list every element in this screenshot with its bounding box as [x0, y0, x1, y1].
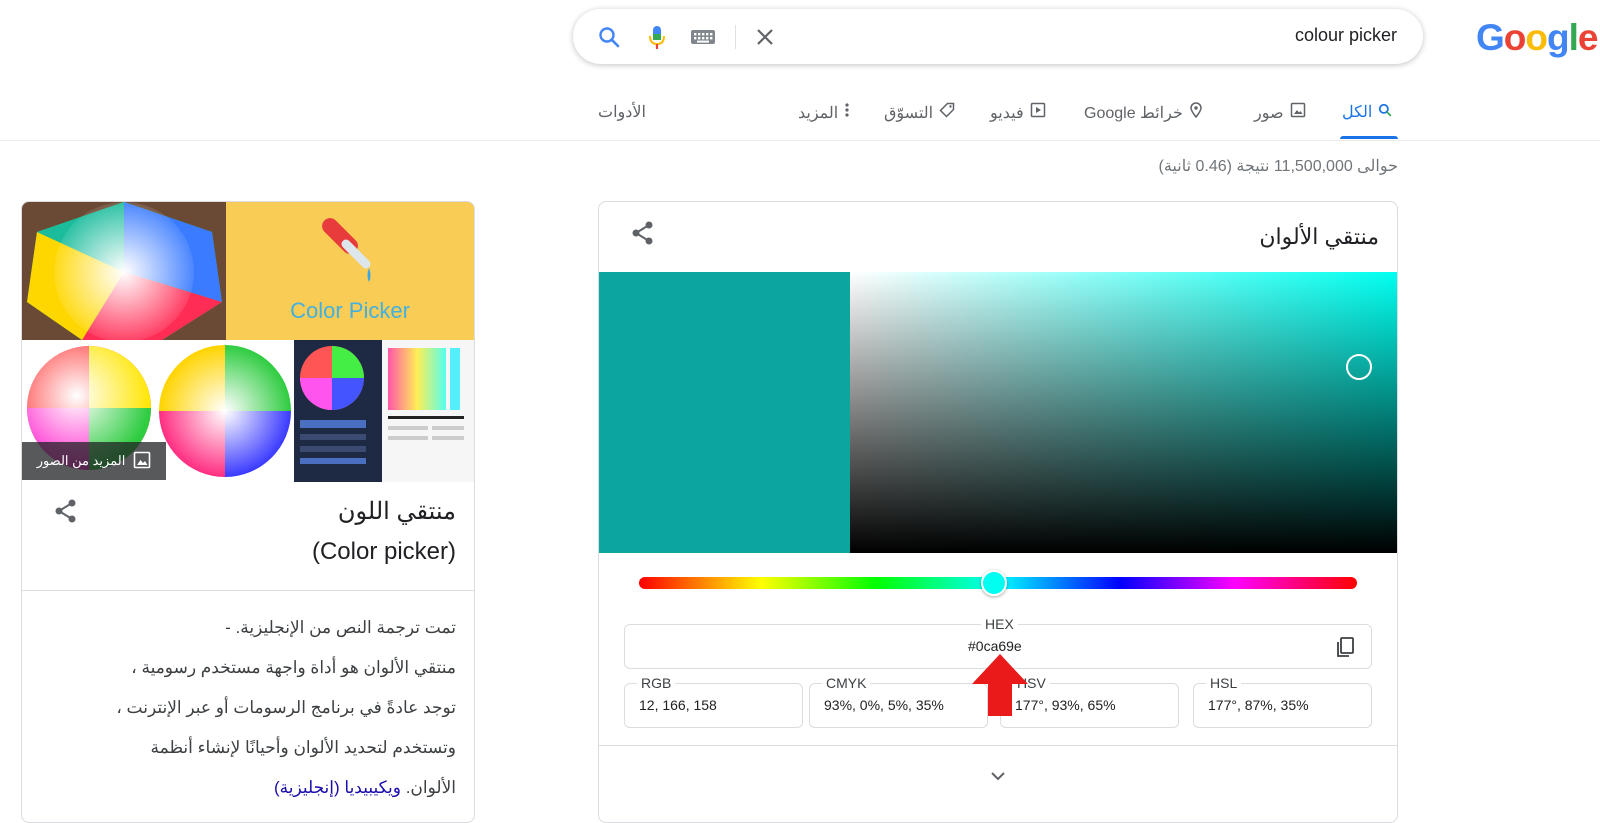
kp-desc-line: توجد عادةً في برنامج الرسومات أو عبر الإ… [116, 698, 456, 717]
rgb-field[interactable]: RGB 12, 166, 158 [624, 675, 803, 728]
red-arrow-annotation [972, 654, 1028, 716]
kp-desc-line: الألوان. ويكيبيديا (إنجليزية) [36, 768, 456, 808]
tab-label: المزيد [798, 104, 839, 122]
hsl-label: HSL [1206, 675, 1242, 691]
saturation-value-handle[interactable] [1346, 354, 1372, 380]
kp-desc-line: منتقي الألوان هو أداة واجهة مستخدم رسومي… [131, 658, 456, 677]
hue-slider-thumb[interactable] [981, 570, 1007, 596]
kp-description: تمت ترجمة النص من الإنجليزية. - منتقي ال… [36, 608, 456, 808]
logo-letter: l [1568, 17, 1579, 58]
tab-maps[interactable]: خرائط Google [1084, 102, 1203, 123]
tab-label: الكل [1342, 104, 1373, 121]
active-tab-indicator [1340, 136, 1398, 139]
logo-letter: g [1547, 17, 1570, 58]
more-vert-icon [844, 102, 850, 123]
tab-videos[interactable]: فيديو [990, 102, 1046, 123]
cmyk-label: CMYK [822, 675, 871, 691]
copy-icon[interactable] [1333, 635, 1357, 659]
tab-tools[interactable]: الأدوات [598, 102, 646, 122]
wikipedia-link[interactable]: ويكيبيديا (إنجليزية) [274, 778, 401, 797]
card-title: منتقي الألوان [1259, 224, 1379, 249]
tab-all[interactable]: الكل [1342, 102, 1392, 122]
tab-label: الأدوات [598, 104, 646, 121]
tab-images[interactable]: صور [1254, 102, 1306, 123]
kp-desc-end: الألوان. [405, 778, 456, 797]
image-color-picker-logo[interactable]: Color Picker [226, 202, 474, 340]
logo-letter: G [1476, 17, 1505, 58]
image-picker-dialog[interactable] [294, 340, 382, 482]
kp-divider [22, 590, 474, 591]
keyboard-icon[interactable] [689, 23, 717, 51]
color-swatch [599, 272, 850, 553]
map-pin-icon [1189, 102, 1203, 123]
hsv-value[interactable]: 177°, 93%, 65% [1015, 697, 1116, 713]
kp-title: منتقي اللون (Color picker) [312, 492, 456, 572]
image-icon [133, 451, 151, 472]
more-images-button[interactable]: المزيد من الصور [22, 442, 166, 480]
search-divider [735, 25, 736, 49]
expand-row[interactable] [599, 745, 1397, 816]
cmyk-value[interactable]: 93%, 0%, 5%, 35% [824, 697, 944, 713]
share-icon[interactable] [52, 497, 80, 525]
google-logo[interactable]: Google [1476, 16, 1599, 60]
more-images-label: المزيد من الصور [36, 453, 126, 468]
search-icon[interactable] [595, 23, 623, 51]
logo-letter: e [1577, 17, 1599, 58]
color-picker-logo-text: Color Picker [290, 298, 410, 323]
cmyk-field[interactable]: CMYK 93%, 0%, 5%, 35% [809, 675, 988, 728]
tab-label: التسوّق [884, 104, 934, 122]
kp-desc-line: وتستخدم لتحديد الألوان وأحيانًا لإنشاء أ… [150, 738, 457, 757]
search-input[interactable]: colour picker [1295, 25, 1397, 46]
tab-label: فيديو [990, 104, 1024, 122]
image-icon [1290, 102, 1306, 123]
share-icon[interactable] [629, 219, 657, 247]
microphone-icon[interactable] [643, 23, 671, 51]
video-icon [1030, 102, 1046, 123]
image-color-wheel[interactable] [156, 340, 294, 482]
chevron-down-icon[interactable] [986, 764, 1010, 788]
kp-title-line: منتقي اللون [337, 498, 456, 525]
logo-letter: o [1525, 17, 1548, 58]
kp-title-line: (Color picker) [311, 538, 456, 565]
hsl-field[interactable]: HSL 177°, 87%, 35% [1193, 675, 1372, 728]
kp-desc-line: تمت ترجمة النص من الإنجليزية. - [225, 618, 456, 637]
tab-shopping[interactable]: التسوّق [884, 102, 955, 123]
rgb-value[interactable]: 12, 166, 158 [639, 697, 717, 713]
image-hex-color-wheel[interactable] [22, 202, 226, 340]
image-picker-ui[interactable] [382, 340, 474, 482]
search-box[interactable]: colour picker [573, 9, 1423, 64]
tag-icon [939, 102, 955, 123]
hex-label: HEX [981, 616, 1018, 632]
search-icon [1378, 103, 1392, 122]
logo-letter: o [1503, 17, 1527, 58]
clear-icon[interactable] [751, 23, 779, 51]
tab-more[interactable]: المزيد [798, 102, 850, 123]
color-picker-card: منتقي الألوان HEX #0ca69e RGB 12, 166, 1… [598, 201, 1398, 823]
knowledge-panel: Color Picker المزيد من الصور منتقي اللون… [21, 201, 475, 823]
search-tabs: الكل صور خرائط Google فيديو التسوّق المز… [0, 94, 1600, 141]
hsl-value[interactable]: 177°, 87%, 35% [1208, 697, 1309, 713]
tab-label: خرائط Google [1084, 104, 1183, 122]
tab-label: صور [1254, 104, 1284, 122]
saturation-value-picker[interactable] [850, 272, 1397, 553]
rgb-label: RGB [637, 675, 676, 691]
result-stats: حوالى 11,500,000 نتيجة (0.46 ثانية) [1158, 158, 1399, 175]
